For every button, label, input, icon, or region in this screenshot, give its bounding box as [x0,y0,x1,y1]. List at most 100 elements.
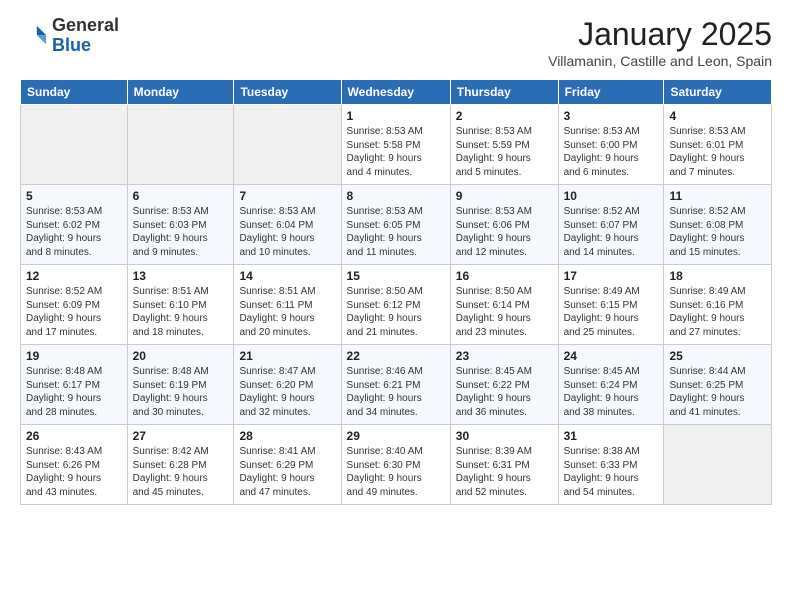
calendar-cell: 30 Sunrise: 8:39 AM Sunset: 6:31 PM Dayli… [450,425,558,505]
day-info: Sunrise: 8:53 AM Sunset: 6:01 PM Dayligh… [669,125,766,179]
day-number: 23 [456,349,553,363]
day-info: Sunrise: 8:53 AM Sunset: 5:58 PM Dayligh… [347,125,445,179]
day-info: Sunrise: 8:51 AM Sunset: 6:10 PM Dayligh… [133,285,229,339]
calendar-cell: 29Sunrise: 8:40 AM Sunset: 6:30 PM Dayli… [341,425,450,505]
day-number: 3 [564,109,659,123]
calendar-cell: 6 Sunrise: 8:53 AM Sunset: 6:03 PM Daylig… [127,185,234,265]
calendar-cell: 3 Sunrise: 8:53 AM Sunset: 6:00 PM Daylig… [558,105,664,185]
day-info: Sunrise: 8:53 AM Sunset: 6:03 PM Dayligh… [133,205,229,259]
calendar-week-3: 19 Sunrise: 8:48 AM Sunset: 6:17 PM Dayli… [21,345,772,425]
day-number: 14 [239,269,335,283]
day-info: Sunrise: 8:53 AM Sunset: 6:00 PM Dayligh… [564,125,659,179]
col-friday: Friday [558,80,664,105]
logo-icon [20,22,48,50]
calendar-cell: 22 Sunrise: 8:46 AM Sunset: 6:21 PM Dayli… [341,345,450,425]
day-info: Sunrise: 8:41 AM Sunset: 6:29 PM Dayligh… [239,445,335,499]
calendar-cell: 5 Sunrise: 8:53 AM Sunset: 6:02 PM Daylig… [21,185,128,265]
calendar-cell: 16 Sunrise: 8:50 AM Sunset: 6:14 PM Dayli… [450,265,558,345]
day-info: Sunrise: 8:48 AM Sunset: 6:17 PM Dayligh… [26,365,122,419]
calendar-cell [664,425,772,505]
calendar-cell: 14 Sunrise: 8:51 AM Sunset: 6:11 PM Dayli… [234,265,341,345]
day-info: Sunrise: 8:49 AM Sunset: 6:16 PM Dayligh… [669,285,766,339]
day-number: 1 [347,109,445,123]
day-info: Sunrise: 8:53 AM Sunset: 6:04 PM Dayligh… [239,205,335,259]
day-number: 16 [456,269,553,283]
day-number: 4 [669,109,766,123]
day-info: Sunrise: 8:42 AM Sunset: 6:28 PM Dayligh… [133,445,229,499]
col-saturday: Saturday [664,80,772,105]
col-thursday: Thursday [450,80,558,105]
day-number: 7 [239,189,335,203]
col-monday: Monday [127,80,234,105]
calendar-cell: 13Sunrise: 8:51 AM Sunset: 6:10 PM Dayli… [127,265,234,345]
day-number: 8 [347,189,445,203]
calendar-cell: 18 Sunrise: 8:49 AM Sunset: 6:16 PM Dayli… [664,265,772,345]
calendar-cell: 24Sunrise: 8:45 AM Sunset: 6:24 PM Dayli… [558,345,664,425]
day-number: 20 [133,349,229,363]
day-info: Sunrise: 8:53 AM Sunset: 6:06 PM Dayligh… [456,205,553,259]
day-number: 10 [564,189,659,203]
day-number: 18 [669,269,766,283]
day-number: 19 [26,349,122,363]
calendar-cell: 26 Sunrise: 8:43 AM Sunset: 6:26 PM Dayli… [21,425,128,505]
calendar-cell: 25Sunrise: 8:44 AM Sunset: 6:25 PM Dayli… [664,345,772,425]
calendar-cell: 19 Sunrise: 8:48 AM Sunset: 6:17 PM Dayli… [21,345,128,425]
day-info: Sunrise: 8:47 AM Sunset: 6:20 PM Dayligh… [239,365,335,419]
day-info: Sunrise: 8:46 AM Sunset: 6:21 PM Dayligh… [347,365,445,419]
day-number: 5 [26,189,122,203]
day-number: 6 [133,189,229,203]
logo-blue: Blue [52,35,91,55]
day-info: Sunrise: 8:50 AM Sunset: 6:12 PM Dayligh… [347,285,445,339]
day-info: Sunrise: 8:53 AM Sunset: 6:05 PM Dayligh… [347,205,445,259]
calendar-cell: 2Sunrise: 8:53 AM Sunset: 5:59 PM Daylig… [450,105,558,185]
page: General Blue January 2025 Villamanin, Ca… [0,0,792,612]
day-info: Sunrise: 8:40 AM Sunset: 6:30 PM Dayligh… [347,445,445,499]
day-number: 15 [347,269,445,283]
day-info: Sunrise: 8:50 AM Sunset: 6:14 PM Dayligh… [456,285,553,339]
calendar-week-4: 26 Sunrise: 8:43 AM Sunset: 6:26 PM Dayli… [21,425,772,505]
calendar-cell: 9 Sunrise: 8:53 AM Sunset: 6:06 PM Daylig… [450,185,558,265]
day-info: Sunrise: 8:45 AM Sunset: 6:22 PM Dayligh… [456,365,553,419]
calendar-cell: 17 Sunrise: 8:49 AM Sunset: 6:15 PM Dayli… [558,265,664,345]
calendar-table: Sunday Monday Tuesday Wednesday Thursday… [20,79,772,505]
calendar-cell: 21Sunrise: 8:47 AM Sunset: 6:20 PM Dayli… [234,345,341,425]
day-number: 26 [26,429,122,443]
calendar-cell [234,105,341,185]
calendar-cell: 28 Sunrise: 8:41 AM Sunset: 6:29 PM Dayli… [234,425,341,505]
logo-text: General Blue [52,16,119,56]
day-info: Sunrise: 8:39 AM Sunset: 6:31 PM Dayligh… [456,445,553,499]
day-info: Sunrise: 8:52 AM Sunset: 6:07 PM Dayligh… [564,205,659,259]
day-info: Sunrise: 8:49 AM Sunset: 6:15 PM Dayligh… [564,285,659,339]
day-number: 9 [456,189,553,203]
day-number: 30 [456,429,553,443]
day-number: 17 [564,269,659,283]
day-number: 12 [26,269,122,283]
title-section: January 2025 Villamanin, Castille and Le… [548,16,772,69]
calendar-cell: 10 Sunrise: 8:52 AM Sunset: 6:07 PM Dayli… [558,185,664,265]
day-number: 31 [564,429,659,443]
calendar-cell: 20Sunrise: 8:48 AM Sunset: 6:19 PM Dayli… [127,345,234,425]
logo-general: General [52,15,119,35]
col-sunday: Sunday [21,80,128,105]
day-info: Sunrise: 8:52 AM Sunset: 6:08 PM Dayligh… [669,205,766,259]
calendar-cell: 1 Sunrise: 8:53 AM Sunset: 5:58 PM Daylig… [341,105,450,185]
col-wednesday: Wednesday [341,80,450,105]
calendar-body: 1 Sunrise: 8:53 AM Sunset: 5:58 PM Daylig… [21,105,772,505]
day-info: Sunrise: 8:53 AM Sunset: 6:02 PM Dayligh… [26,205,122,259]
day-number: 25 [669,349,766,363]
calendar-cell: 27 Sunrise: 8:42 AM Sunset: 6:28 PM Dayli… [127,425,234,505]
calendar-header: Sunday Monday Tuesday Wednesday Thursday… [21,80,772,105]
day-number: 11 [669,189,766,203]
day-number: 28 [239,429,335,443]
day-info: Sunrise: 8:43 AM Sunset: 6:26 PM Dayligh… [26,445,122,499]
calendar-cell [127,105,234,185]
subtitle: Villamanin, Castille and Leon, Spain [548,53,772,69]
day-number: 22 [347,349,445,363]
day-info: Sunrise: 8:45 AM Sunset: 6:24 PM Dayligh… [564,365,659,419]
calendar-cell: 11 Sunrise: 8:52 AM Sunset: 6:08 PM Dayli… [664,185,772,265]
day-info: Sunrise: 8:51 AM Sunset: 6:11 PM Dayligh… [239,285,335,339]
day-info: Sunrise: 8:38 AM Sunset: 6:33 PM Dayligh… [564,445,659,499]
day-number: 2 [456,109,553,123]
header-row: Sunday Monday Tuesday Wednesday Thursday… [21,80,772,105]
day-number: 27 [133,429,229,443]
